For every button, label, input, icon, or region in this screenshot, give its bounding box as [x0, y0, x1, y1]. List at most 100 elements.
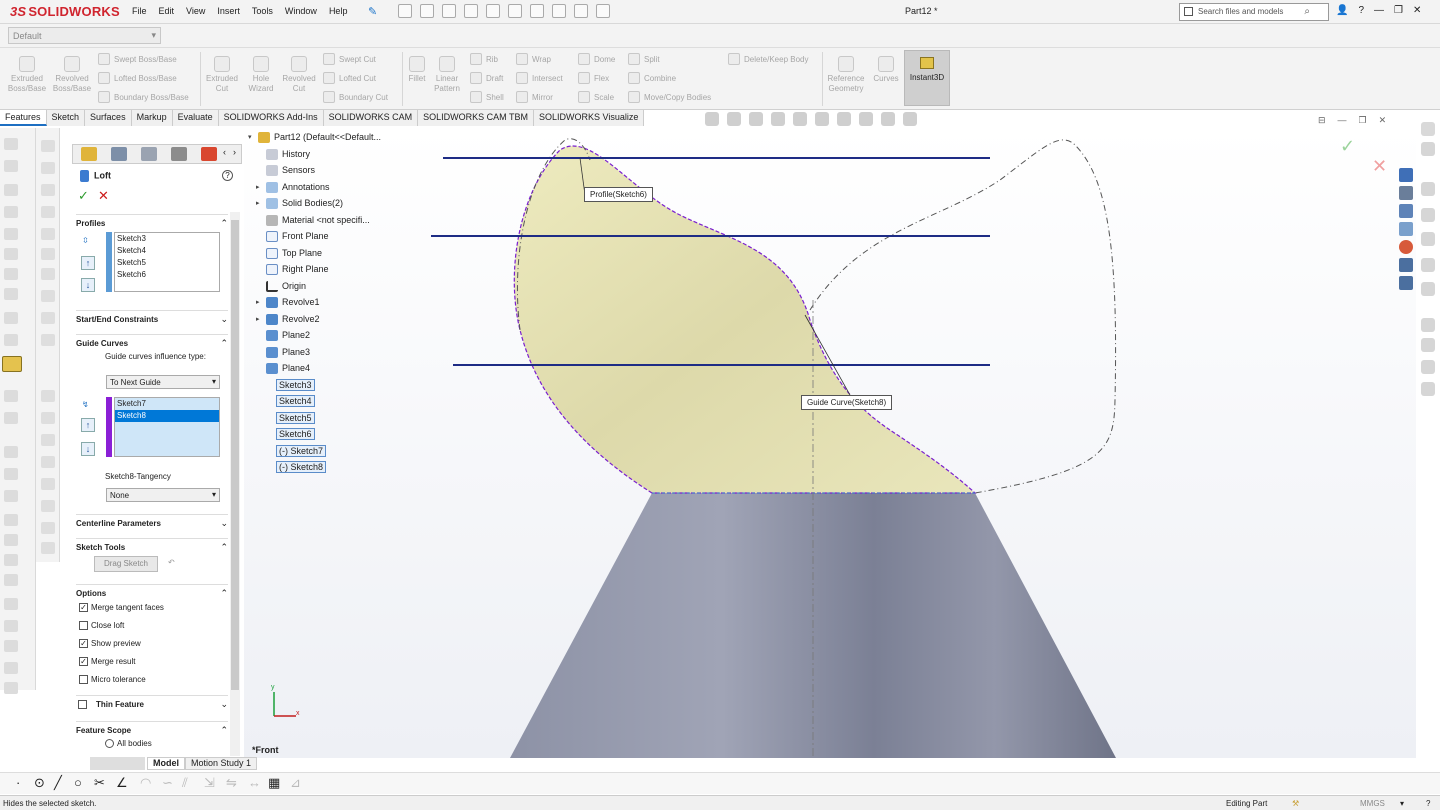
view-settings-icon[interactable]	[903, 112, 917, 126]
feature-manager-icon[interactable]	[81, 147, 97, 161]
tool-icon[interactable]	[41, 140, 55, 152]
restore-icon[interactable]: ❐	[1394, 5, 1403, 16]
menu-view[interactable]: View	[186, 6, 205, 16]
pane-tool-icon[interactable]	[1421, 318, 1435, 332]
tree-item-sketch8[interactable]: (-) Sketch8	[276, 460, 327, 474]
thin-feature-checkbox[interactable]: Thin Feature	[78, 700, 144, 709]
tool-icon[interactable]	[41, 500, 55, 512]
tree-item-plane4[interactable]: Plane4	[266, 361, 310, 375]
open-icon[interactable]	[442, 4, 456, 18]
status-units[interactable]: MMGS	[1360, 799, 1385, 808]
tree-root-part[interactable]: ▾ Part12 (Default<<Default...	[248, 130, 381, 144]
tab-visualize[interactable]: SOLIDWORKS Visualize	[534, 110, 645, 126]
section-view-icon[interactable]	[771, 112, 785, 126]
tool-icon[interactable]	[41, 456, 55, 468]
tool-icon[interactable]	[4, 554, 18, 566]
tree-item-top-plane[interactable]: Top Plane	[266, 246, 322, 260]
menu-file[interactable]: File	[132, 6, 147, 16]
lofted-cut-button[interactable]: Lofted Cut	[323, 72, 376, 84]
tabs-left-icon[interactable]: ‹	[223, 147, 231, 161]
file-explorer-icon[interactable]	[1399, 204, 1413, 218]
options-gear-icon[interactable]	[596, 4, 610, 18]
previous-view-icon[interactable]	[749, 112, 763, 126]
tool-icon[interactable]	[4, 412, 18, 424]
tool-icon[interactable]	[4, 288, 18, 300]
tab-surfaces[interactable]: Surfaces	[85, 110, 132, 126]
expand-icon[interactable]: ⌄	[220, 518, 228, 529]
search-scope-icon[interactable]	[1184, 7, 1193, 16]
trim-icon[interactable]: ✂	[94, 775, 105, 791]
display-manager-icon[interactable]	[201, 147, 217, 161]
tool-icon[interactable]	[41, 390, 55, 402]
pane-tool-icon[interactable]	[1421, 142, 1435, 156]
spline-icon[interactable]: ∽	[162, 775, 173, 791]
close-icon[interactable]: ✕	[1413, 5, 1421, 16]
point-icon[interactable]: ·	[16, 775, 20, 790]
list-item[interactable]: Sketch6	[115, 269, 219, 281]
undo-icon[interactable]	[508, 4, 522, 18]
tool-icon[interactable]	[4, 206, 18, 218]
move-up-button[interactable]: ↑	[81, 256, 95, 270]
tree-item-material[interactable]: Material <not specifi...	[266, 213, 370, 227]
guide-curves-section[interactable]: Guide Curves ⌃	[76, 334, 228, 348]
print-icon[interactable]	[486, 4, 500, 18]
view-orientation-icon[interactable]	[793, 112, 807, 126]
tool-icon[interactable]	[4, 446, 18, 458]
merge-tangent-faces-checkbox[interactable]: ✓ Merge tangent faces	[79, 603, 164, 612]
tree-item-right-plane[interactable]: Right Plane	[266, 262, 329, 276]
tool-icon[interactable]	[4, 468, 18, 480]
pin-icon[interactable]: ✎	[368, 5, 377, 18]
configuration-manager-icon[interactable]	[141, 147, 157, 161]
graphics-area[interactable]	[244, 128, 1416, 758]
guide-up-button[interactable]: ↑	[81, 418, 95, 432]
tool-icon[interactable]	[41, 478, 55, 490]
expand-icon[interactable]: ⌄	[220, 314, 228, 325]
tree-item-plane2[interactable]: Plane2	[266, 328, 310, 342]
tool-icon[interactable]	[41, 434, 55, 446]
line-icon[interactable]: ╱	[54, 775, 62, 791]
sketch-tools-section[interactable]: Sketch Tools ⌃	[76, 538, 228, 552]
tab-navigation-buttons[interactable]	[90, 757, 145, 770]
confirm-corner-ok-icon[interactable]: ✓	[1340, 136, 1355, 157]
pane-tool-icon[interactable]	[1421, 258, 1435, 272]
revolved-cut-button[interactable]: Revolved Cut	[281, 56, 317, 94]
tree-item-sensors[interactable]: Sensors	[266, 163, 315, 177]
dome-button[interactable]: Dome	[578, 53, 615, 65]
extruded-boss-button[interactable]: Extruded Boss/Base	[6, 56, 48, 94]
tabs-right-icon[interactable]: ›	[233, 147, 241, 161]
viewport-close-icon[interactable]: ✕	[1379, 115, 1387, 126]
relations-icon[interactable]: ⊿	[290, 775, 301, 791]
solidworks-logo[interactable]: 3S SOLIDWORKS	[10, 4, 120, 19]
zoom-to-area-icon[interactable]	[727, 112, 741, 126]
tool-icon[interactable]	[41, 312, 55, 324]
home-icon[interactable]	[398, 4, 412, 18]
menu-window[interactable]: Window	[285, 6, 317, 16]
property-manager-icon[interactable]	[111, 147, 127, 161]
offset-icon[interactable]: ⫽	[182, 775, 188, 791]
swept-boss-button[interactable]: Swept Boss/Base	[98, 53, 177, 65]
tree-item-plane3[interactable]: Plane3	[266, 345, 310, 359]
tree-item-annotations[interactable]: ▸ Annotations	[256, 180, 330, 194]
centerline-parameters-section[interactable]: Centerline Parameters ⌄	[76, 514, 228, 528]
revolved-boss-button[interactable]: Revolved Boss/Base	[52, 56, 92, 94]
pane-tool-icon[interactable]	[1421, 182, 1435, 196]
undo-sketch-drag-icon[interactable]: ↶	[168, 558, 175, 567]
design-library-icon[interactable]	[1399, 186, 1413, 200]
reference-geometry-button[interactable]: Reference Geometry	[824, 56, 868, 94]
tab-sketch[interactable]: Sketch	[46, 110, 86, 126]
collapse-arrow-icon[interactable]: ▾	[248, 133, 258, 141]
minimize-icon[interactable]: —	[1374, 5, 1384, 16]
guide-influence-select[interactable]: To Next Guide	[106, 375, 220, 389]
expand-arrow-icon[interactable]: ▸	[256, 298, 266, 306]
tool-icon[interactable]	[4, 160, 18, 172]
tab-addins[interactable]: SOLIDWORKS Add-Ins	[218, 110, 324, 126]
tool-icon[interactable]	[41, 522, 55, 534]
hole-wizard-button[interactable]: Hole Wizard	[244, 56, 278, 94]
expand-arrow-icon[interactable]: ▸	[256, 183, 266, 191]
units-dropdown-icon[interactable]: ▾	[1400, 799, 1404, 808]
select-icon[interactable]	[530, 4, 544, 18]
thin-feature-section[interactable]: Thin Feature ⌄	[76, 695, 228, 709]
confirm-corner-cancel-icon[interactable]: ✕	[1372, 156, 1387, 177]
tool-icon[interactable]	[4, 662, 18, 674]
tree-item-sketch5[interactable]: Sketch5	[276, 411, 315, 425]
